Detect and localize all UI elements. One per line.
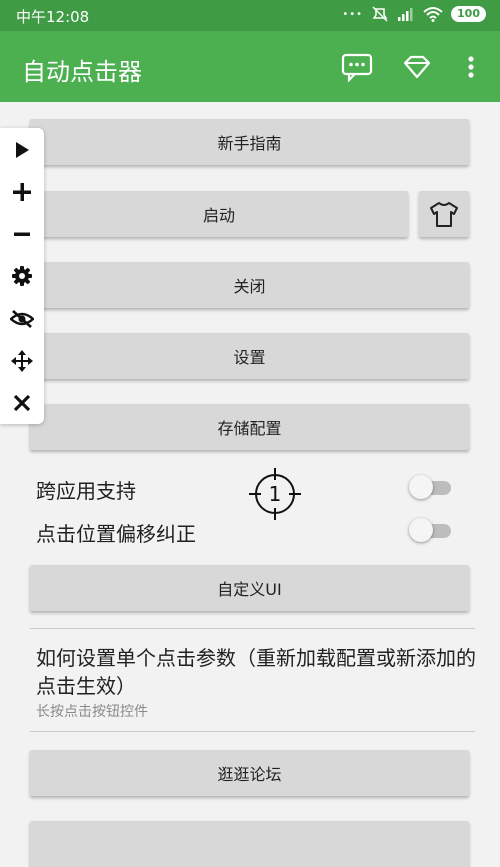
- minus-icon: [14, 232, 30, 236]
- app-bar: 自动点击器: [0, 31, 500, 102]
- custom-ui-button[interactable]: 自定义UI: [30, 565, 469, 611]
- cross-app-toggle[interactable]: [409, 474, 453, 500]
- click-params-subtitle: 长按点击按钮控件: [36, 704, 148, 720]
- click-target-number: 1: [268, 482, 282, 506]
- more-vert-icon: [468, 56, 474, 78]
- close-button[interactable]: 关闭: [30, 262, 469, 308]
- panel-settings-button[interactable]: [0, 259, 44, 293]
- close-icon: [13, 394, 31, 412]
- divider: [30, 628, 475, 629]
- signal-icon: [398, 8, 413, 21]
- toggle-thumb: [409, 518, 433, 542]
- add-point-button[interactable]: [0, 175, 44, 209]
- play-button[interactable]: [0, 133, 44, 167]
- more-options-button[interactable]: [453, 49, 489, 85]
- divider: [30, 731, 475, 732]
- message-button[interactable]: [339, 49, 375, 85]
- premium-button[interactable]: [399, 49, 435, 85]
- floating-control-panel: [0, 128, 44, 424]
- guide-button[interactable]: 新手指南: [30, 119, 469, 165]
- alarm-off-icon: [372, 6, 388, 22]
- move-panel-button[interactable]: [0, 344, 44, 378]
- toggle-thumb: [409, 475, 433, 499]
- play-icon: [16, 142, 29, 158]
- gear-icon: [12, 266, 32, 286]
- status-time: 中午12:08: [16, 8, 90, 26]
- click-params-title[interactable]: 如何设置单个点击参数（重新加载配置或新添加的点击生效）: [36, 644, 476, 700]
- next-button-partial[interactable]: [30, 821, 469, 867]
- skin-button[interactable]: [419, 191, 469, 237]
- diamond-icon: [403, 55, 431, 79]
- remove-point-button[interactable]: [0, 217, 44, 251]
- shirt-icon: [430, 202, 458, 227]
- offset-fix-label: 点击位置偏移纠正: [36, 522, 196, 546]
- offset-fix-toggle[interactable]: [409, 517, 453, 543]
- close-panel-button[interactable]: [0, 386, 44, 420]
- settings-button[interactable]: 设置: [30, 333, 469, 379]
- move-icon: [11, 350, 33, 372]
- battery-icon: 100: [451, 6, 486, 22]
- eye-off-icon: [10, 310, 34, 328]
- app-title: 自动点击器: [22, 58, 142, 86]
- message-icon: [341, 53, 373, 82]
- hide-button[interactable]: [0, 302, 44, 336]
- status-bar: 中午12:08 ••• 100: [0, 0, 500, 31]
- click-target[interactable]: 1: [249, 468, 301, 520]
- forum-button[interactable]: 逛逛论坛: [30, 750, 469, 796]
- save-config-button[interactable]: 存储配置: [30, 404, 469, 450]
- wifi-icon: [423, 7, 443, 22]
- status-icons: ••• 100: [342, 5, 486, 23]
- notification-dots-icon: •••: [342, 8, 364, 20]
- start-button[interactable]: 启动: [30, 191, 408, 237]
- cross-app-label: 跨应用支持: [36, 479, 136, 503]
- plus-icon: [13, 183, 31, 201]
